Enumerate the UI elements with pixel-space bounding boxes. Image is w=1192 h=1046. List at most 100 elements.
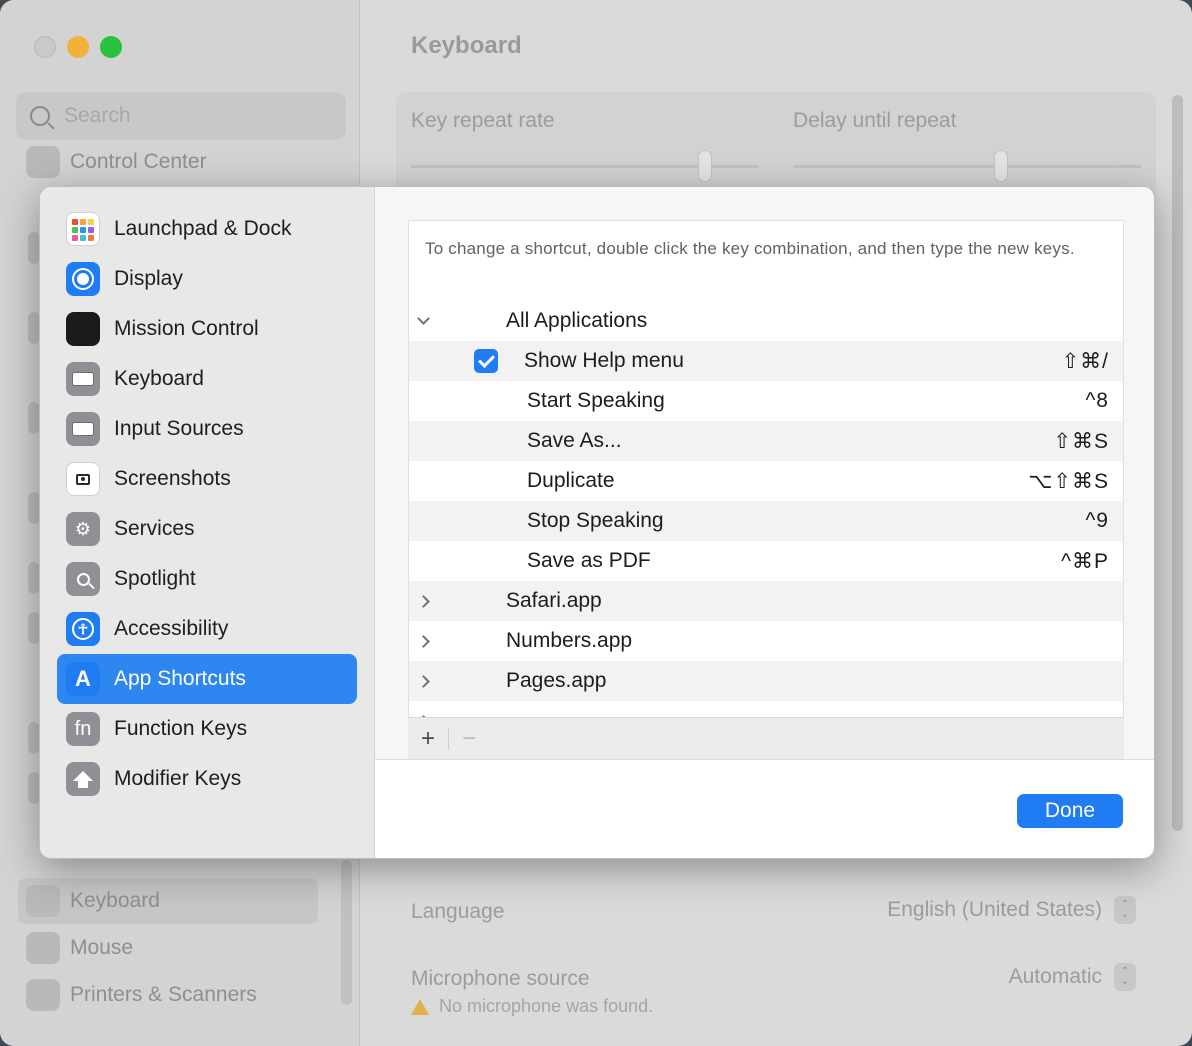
mouse-icon [26,932,60,964]
nav-app-shortcuts[interactable]: A App Shortcuts [57,654,357,704]
app-shortcuts-icon: A [66,662,100,696]
enabled-checkbox[interactable] [474,349,498,373]
sidebar-scrollbar[interactable] [341,860,352,1005]
warning-text: No microphone was found. [439,996,654,1016]
shortcut-keys[interactable]: ⇧⌘S [1053,429,1109,454]
main-scrollbar[interactable] [1172,95,1183,831]
keyboard-icon [26,885,60,917]
disclosure-closed-icon[interactable] [415,633,431,649]
search-field[interactable]: Search [16,92,346,140]
search-icon [30,106,50,126]
language-popup[interactable]: English (United States) ⌃ ⌄ [887,896,1136,924]
close-button[interactable] [34,36,56,58]
app-name: Numbers.app [506,629,633,652]
key-repeat-label: Key repeat rate [411,109,555,132]
shortcut-row[interactable]: Start Speaking ^8 [409,381,1123,421]
shortcut-keys[interactable]: ⇧⌘/ [1062,349,1109,374]
sidebar-item-label: Mouse [70,936,134,959]
modifier-keys-icon [66,762,100,796]
nav-modifier-keys[interactable]: Modifier Keys [57,754,357,804]
sidebar-item-printers[interactable]: Printers & Scanners [26,979,257,1011]
done-button[interactable]: Done [1017,794,1123,828]
page-title: Keyboard [411,32,522,59]
screenshots-icon [66,462,100,496]
shortcut-keys[interactable]: ^8 [1085,389,1109,413]
shortcut-rows: All Applications Show Help menu ⇧⌘/ Star… [409,301,1123,741]
nav-display[interactable]: Display [57,254,357,304]
shortcut-name: Start Speaking [527,389,665,412]
sidebar-item-mouse[interactable]: Mouse [26,932,133,964]
updown-chevron-icon: ⌃ ⌄ [1114,896,1136,924]
shortcut-row[interactable]: Save as PDF ^⌘P [409,541,1123,581]
shortcut-row[interactable]: Duplicate ⌥⇧⌘S [409,461,1123,501]
key-repeat-slider-knob[interactable] [698,150,712,182]
control-center-icon [26,146,60,178]
nav-mission-control[interactable]: Mission Control [57,304,357,354]
nav-accessibility[interactable]: ☥ Accessibility [57,604,357,654]
microphone-popup[interactable]: Automatic ⌃ ⌄ [1009,963,1136,991]
shortcut-row[interactable]: Save As... ⇧⌘S [409,421,1123,461]
shortcut-keys[interactable]: ^9 [1085,509,1109,533]
disclosure-closed-icon[interactable] [415,673,431,689]
shortcut-name: Stop Speaking [527,509,664,532]
shortcut-keys[interactable]: ⌥⇧⌘S [1028,469,1109,494]
microphone-value: Automatic [1008,965,1102,988]
delay-slider-knob[interactable] [994,150,1008,182]
delay-slider[interactable] [793,165,1141,168]
delay-until-repeat-label: Delay until repeat [793,109,957,132]
shortcut-name: Save As... [527,429,622,452]
add-shortcut-button[interactable]: + [408,718,448,760]
nav-function-keys[interactable]: fn Function Keys [57,704,357,754]
app-name: Safari.app [506,589,602,612]
keyboard-shortcuts-sheet: Launchpad & Dock Display Mission Control… [39,186,1155,859]
nav-screenshots[interactable]: Screenshots [57,454,357,504]
microphone-warning: No microphone was found. [411,996,653,1017]
app-name: Pages.app [506,669,607,692]
disclosure-closed-icon[interactable] [415,593,431,609]
table-footer: + − [408,717,1124,759]
shortcut-name: Save as PDF [527,549,651,572]
keyboard-icon [66,362,100,396]
shortcut-row[interactable]: Stop Speaking ^9 [409,501,1123,541]
sidebar-item-label: Control Center [70,150,207,173]
shortcuts-sidebar: Launchpad & Dock Display Mission Control… [40,187,375,858]
services-gear-icon: ⚙ [66,512,100,546]
app-row-safari[interactable]: Safari.app [409,581,1123,621]
sidebar-item-keyboard[interactable]: Keyboard [18,878,318,924]
group-row-all-applications[interactable]: All Applications [409,301,1123,341]
mission-control-icon [66,312,100,346]
disclosure-open-icon[interactable] [415,312,431,329]
display-icon [66,262,100,296]
nav-input-sources[interactable]: Input Sources [57,404,357,454]
input-sources-icon [66,412,100,446]
sidebar-item-label: Printers & Scanners [70,983,257,1006]
shortcut-name: Show Help menu [524,349,684,372]
sidebar-item-control-center[interactable]: Control Center [26,146,207,178]
instructions-text: To change a shortcut, double click the k… [425,239,1075,258]
function-keys-icon: fn [66,712,100,746]
language-value: English (United States) [887,898,1102,921]
sheet-button-bar: Done [375,759,1154,858]
microphone-label: Microphone source [411,967,590,990]
accessibility-icon: ☥ [66,612,100,646]
nav-keyboard[interactable]: Keyboard [57,354,357,404]
nav-services[interactable]: ⚙ Services [57,504,357,554]
shortcut-row[interactable]: Show Help menu ⇧⌘/ [409,341,1123,381]
app-row-numbers[interactable]: Numbers.app [409,621,1123,661]
launchpad-icon [66,212,100,246]
updown-chevron-icon: ⌃ ⌄ [1114,963,1136,991]
app-row-pages[interactable]: Pages.app [409,661,1123,701]
zoom-button[interactable] [100,36,122,58]
shortcuts-table: To change a shortcut, double click the k… [408,220,1124,759]
warning-icon [411,998,429,1015]
minimize-button[interactable] [67,36,89,58]
shortcut-name: Duplicate [527,469,615,492]
sidebar-item-label: Keyboard [70,889,160,912]
nav-launchpad-dock[interactable]: Launchpad & Dock [57,204,357,254]
shortcuts-content: To change a shortcut, double click the k… [375,187,1154,759]
printer-icon [26,979,60,1011]
nav-spotlight[interactable]: Spotlight [57,554,357,604]
shortcut-keys[interactable]: ^⌘P [1061,549,1109,574]
spotlight-icon [66,562,100,596]
remove-shortcut-button[interactable]: − [449,718,489,760]
